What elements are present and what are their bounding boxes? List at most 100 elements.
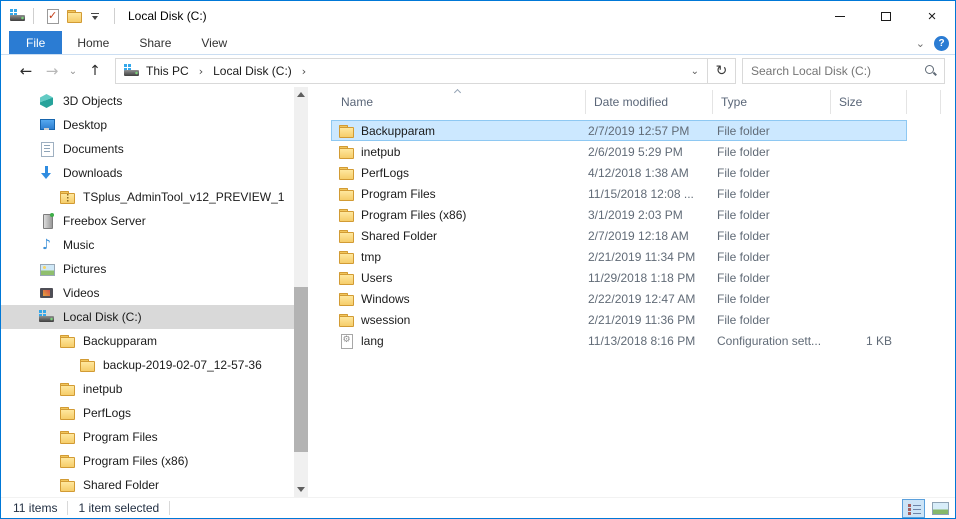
file-row-backupparam[interactable]: Backupparam 2/7/2019 12:57 PM File folde… — [331, 120, 907, 141]
file-type: File folder — [713, 208, 831, 222]
file-row-shared-folder[interactable]: Shared Folder 2/7/2019 12:18 AM File fol… — [331, 225, 907, 246]
collapse-ribbon-icon[interactable]: ⌄ — [916, 38, 925, 49]
file-row-program-files-x86[interactable]: Program Files (x86) 3/1/2019 2:03 PM Fil… — [331, 204, 907, 225]
customize-qat-button[interactable] — [85, 5, 107, 27]
file-date-modified: 2/21/2019 11:34 PM — [586, 250, 713, 264]
search-icon[interactable] — [924, 64, 938, 78]
sidebar-item-videos[interactable]: Videos — [1, 281, 294, 305]
column-header-date-modified[interactable]: Date modified — [586, 90, 713, 114]
folder-icon — [338, 312, 354, 328]
folder-icon — [338, 291, 354, 307]
file-list-pane: NameDate modifiedTypeSize Backupparam 2/… — [331, 87, 945, 497]
forward-button[interactable]: → — [39, 62, 65, 80]
sidebar-item-documents[interactable]: Documents — [1, 137, 294, 161]
folder-icon — [338, 186, 354, 202]
breadcrumb[interactable]: This PC›Local Disk (C:)› ⌄ — [115, 58, 708, 84]
window-controls: × — [817, 1, 955, 31]
scroll-up-icon — [297, 92, 305, 97]
file-type: File folder — [713, 250, 831, 264]
file-name: tmp — [361, 250, 381, 264]
sidebar-item-3d-objects[interactable]: 3D Objects — [1, 89, 294, 113]
new-folder-button[interactable] — [63, 5, 85, 27]
sidebar-item-backupparam[interactable]: Backupparam — [1, 329, 294, 353]
file-row-inetpub[interactable]: inetpub 2/6/2019 5:29 PM File folder — [331, 141, 907, 162]
scrollbar-thumb[interactable] — [294, 287, 308, 452]
up-button[interactable]: ↑ — [81, 63, 109, 79]
sidebar-item-pictures[interactable]: Pictures — [1, 257, 294, 281]
maximize-button[interactable] — [863, 1, 909, 31]
file-name: lang — [361, 334, 384, 348]
explorer-window: Local Disk (C:) × FileHomeShareView ⌄ ? … — [0, 0, 956, 519]
file-row-wsession[interactable]: wsession 2/21/2019 11:36 PM File folder — [331, 309, 907, 330]
address-bar: This PC›Local Disk (C:)› ⌄ ↻ — [115, 58, 736, 84]
file-row-windows[interactable]: Windows 2/22/2019 12:47 AM File folder — [331, 288, 907, 309]
file-type: File folder — [713, 292, 831, 306]
sidebar-item-music[interactable]: Music — [1, 233, 294, 257]
sidebar-item-shared-folder[interactable]: Shared Folder — [1, 473, 294, 497]
new-folder-icon — [66, 8, 82, 24]
recent-locations-icon[interactable]: ⌄ — [65, 66, 81, 77]
refresh-button[interactable]: ↻ — [708, 58, 736, 84]
drive-icon — [39, 309, 55, 325]
file-row-lang[interactable]: lang 11/13/2018 8:16 PM Configuration se… — [331, 330, 907, 351]
sidebar-item-program-files[interactable]: Program Files — [1, 425, 294, 449]
sidebar-item-desktop[interactable]: Desktop — [1, 113, 294, 137]
navigation-bar: ← → ⌄ ↑ This PC›Local Disk (C:)› ⌄ ↻ — [1, 55, 955, 87]
large-icons-view-button[interactable] — [929, 499, 952, 518]
sidebar-item-downloads[interactable]: Downloads — [1, 161, 294, 185]
folder-icon — [338, 123, 354, 139]
status-separator — [67, 501, 68, 515]
breadcrumb-chevron-icon[interactable]: › — [193, 65, 209, 78]
back-button[interactable]: ← — [13, 62, 39, 80]
qat-separator — [33, 8, 34, 24]
file-name: Program Files — [361, 187, 436, 201]
breadcrumb-chevron-icon[interactable]: › — [296, 65, 312, 78]
status-bar: 11 items 1 item selected — [1, 497, 955, 518]
close-button[interactable]: × — [909, 1, 955, 31]
file-type: File folder — [713, 187, 831, 201]
folder-icon — [79, 357, 95, 373]
tab-file[interactable]: File — [9, 31, 62, 54]
doc-icon — [39, 141, 55, 157]
tab-view[interactable]: View — [186, 31, 242, 54]
folder-icon — [338, 270, 354, 286]
address-dropdown-icon[interactable]: ⌄ — [683, 66, 707, 77]
file-row-tmp[interactable]: tmp 2/21/2019 11:34 PM File folder — [331, 246, 907, 267]
file-date-modified: 2/6/2019 5:29 PM — [586, 145, 713, 159]
search-input[interactable] — [751, 64, 924, 78]
tab-home[interactable]: Home — [62, 31, 124, 54]
file-name: Program Files (x86) — [361, 208, 466, 222]
sidebar-item-backup-2019-02-07-12-57-36[interactable]: backup-2019-02-07_12-57-36 — [1, 353, 294, 377]
scroll-down-button[interactable] — [294, 482, 308, 497]
sidebar-item-local-disk-c[interactable]: Local Disk (C:) — [1, 305, 294, 329]
column-header-size[interactable]: Size — [831, 90, 907, 114]
properties-button[interactable] — [41, 5, 63, 27]
file-name: Windows — [361, 292, 410, 306]
sidebar-item-program-files-x86[interactable]: Program Files (x86) — [1, 449, 294, 473]
file-type: File folder — [713, 166, 831, 180]
file-date-modified: 2/7/2019 12:57 PM — [586, 124, 713, 138]
sidebar-item-perflogs[interactable]: PerfLogs — [1, 401, 294, 425]
help-button[interactable]: ? — [934, 36, 949, 51]
desktop-icon — [39, 117, 55, 133]
breadcrumb-segment-this-pc[interactable]: This PC — [142, 64, 193, 78]
maximize-icon — [881, 12, 891, 21]
file-row-users[interactable]: Users 11/29/2018 1:18 PM File folder — [331, 267, 907, 288]
sidebar-item-freebox-server[interactable]: Freebox Server — [1, 209, 294, 233]
details-view-icon — [906, 502, 922, 516]
file-date-modified: 3/1/2019 2:03 PM — [586, 208, 713, 222]
details-view-button[interactable] — [902, 499, 925, 518]
tab-share[interactable]: Share — [124, 31, 186, 54]
column-header-type[interactable]: Type — [713, 90, 831, 114]
downloads-icon — [39, 165, 55, 181]
sidebar-scrollbar[interactable] — [294, 87, 308, 497]
minimize-button[interactable] — [817, 1, 863, 31]
sidebar-item-inetpub[interactable]: inetpub — [1, 377, 294, 401]
sidebar-item-tsplus-admintool-v12-preview-1[interactable]: TSplus_AdminTool_v12_PREVIEW_1 — [1, 185, 294, 209]
scroll-up-button[interactable] — [294, 87, 308, 102]
file-rows: Backupparam 2/7/2019 12:57 PM File folde… — [331, 120, 945, 351]
column-header-filler — [907, 90, 941, 114]
breadcrumb-segment-local-disk-c[interactable]: Local Disk (C:) — [209, 64, 296, 78]
file-row-program-files[interactable]: Program Files 11/15/2018 12:08 ... File … — [331, 183, 907, 204]
file-row-perflogs[interactable]: PerfLogs 4/12/2018 1:38 AM File folder — [331, 162, 907, 183]
